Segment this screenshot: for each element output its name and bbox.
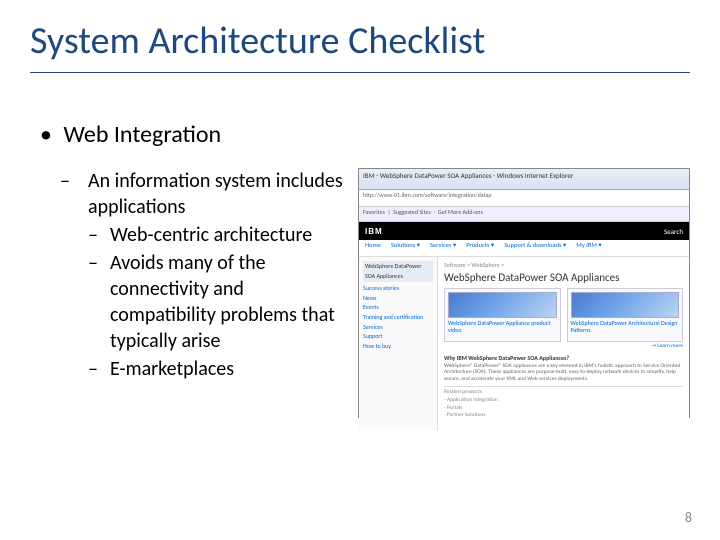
browser-urlbar: http://www-01.ibm.com/software/integrati… — [359, 190, 689, 207]
nav-services: Services ▾ — [430, 241, 456, 255]
sidebar-item: Training and certification — [363, 313, 433, 323]
dash-icon: – — [88, 356, 110, 382]
promo-card-1: WebSphere DataPower Appliance product vi… — [444, 288, 561, 342]
favorites-label: Favorites — [363, 208, 385, 216]
learn-more-link: → Learn more — [444, 343, 683, 349]
nav-myibm: My IBM ▾ — [576, 241, 601, 255]
sub-item-2: Web-centric architecture — [110, 222, 312, 248]
page-main: Software > WebSphere > WebSphere DataPow… — [438, 257, 689, 431]
more-addons: Get More Add-ons — [438, 208, 483, 216]
sidebar-item: Support — [363, 332, 433, 342]
title-underline — [30, 72, 690, 73]
sidebar-item: How to buy — [363, 342, 433, 352]
sub-item-1: An information system includes applicati… — [88, 168, 350, 220]
browser-favorites-bar: Favorites | Suggested Sites · Get More A… — [359, 207, 689, 222]
dash-icon: – — [88, 250, 110, 354]
nav-support: Support & downloads ▾ — [504, 241, 566, 255]
related-item: - Partner Solutions — [444, 412, 498, 420]
card-title-2: WebSphere DataPower Architectural Design… — [571, 320, 680, 333]
card-row: WebSphere DataPower Appliance product vi… — [444, 288, 683, 342]
sub-item-3: Avoids many of the connectivity and comp… — [110, 250, 350, 354]
sidebar-item: Services — [363, 323, 433, 333]
nav-solutions: Solutions ▾ — [391, 241, 420, 255]
bullet-level2-group: – An information system includes applica… — [60, 168, 350, 384]
browser-titlebar: IBM - WebSphere DataPower SOA Appliances… — [359, 169, 689, 190]
slide-title: System Architecture Checklist — [30, 18, 485, 64]
related-heading: Related products — [444, 389, 498, 397]
ibm-header-bar: IBM Search — [359, 222, 689, 240]
page-heading: WebSphere DataPower SOA Appliances — [444, 271, 683, 284]
ibm-nav: Home Solutions ▾ Services ▾ Products ▾ S… — [359, 240, 689, 257]
dash-icon: – — [60, 168, 88, 220]
page-body: WebSphere DataPower SOA Appliances Succe… — [359, 257, 689, 431]
bullet-level1-text: Web Integration — [63, 120, 221, 149]
suggested-sites: Suggested Sites — [393, 208, 431, 216]
related-products: Related products - Application integrati… — [444, 386, 683, 420]
page-number: 8 — [685, 509, 692, 526]
sidebar-item: News — [363, 294, 433, 304]
page-sidebar: WebSphere DataPower SOA Appliances Succe… — [359, 257, 438, 431]
bullet-level1: • Web Integration — [40, 120, 221, 149]
sub-item-4: E-marketplaces — [110, 356, 234, 382]
related-item: - Portals — [444, 405, 498, 413]
nav-home: Home — [365, 241, 381, 255]
nav-products: Products ▾ — [466, 241, 494, 255]
bullet-dot: • — [40, 120, 58, 149]
related-item: - Application integration — [444, 397, 498, 405]
card-title-1: WebSphere DataPower Appliance product vi… — [448, 320, 557, 333]
sidebar-item: Success stories — [363, 284, 433, 294]
card-image — [448, 292, 557, 318]
sidebar-header: WebSphere DataPower SOA Appliances — [363, 261, 433, 282]
screenshot-figure: IBM - WebSphere DataPower SOA Appliances… — [358, 168, 690, 418]
dash-icon: – — [88, 222, 110, 248]
sidebar-item: Events — [363, 303, 433, 313]
ibm-search-label: Search — [664, 227, 683, 236]
card-image — [571, 292, 680, 318]
description-block: Why IBM WebSphere DataPower SOA Applianc… — [444, 355, 683, 382]
breadcrumb: Software > WebSphere > — [444, 261, 683, 269]
description-heading: Why IBM WebSphere DataPower SOA Applianc… — [444, 354, 569, 362]
description-text: WebSphere® DataPower® SOA appliances are… — [444, 363, 680, 382]
ibm-logo: IBM — [365, 227, 383, 236]
promo-card-2: WebSphere DataPower Architectural Design… — [567, 288, 684, 342]
